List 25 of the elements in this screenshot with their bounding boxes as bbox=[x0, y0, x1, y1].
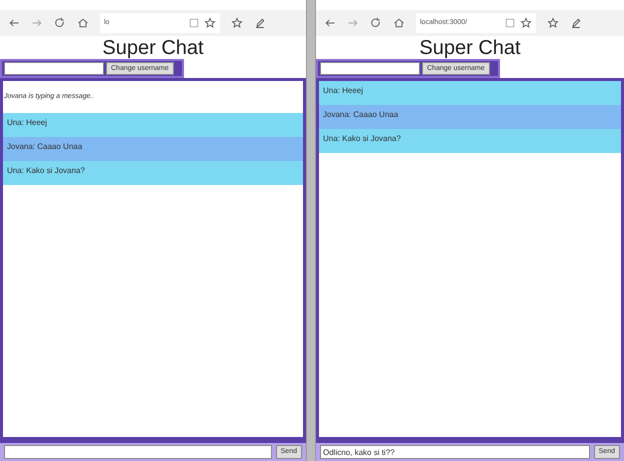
message-field[interactable]: Odlicno, kako si ti?? bbox=[320, 445, 590, 459]
favorites-star-icon[interactable] bbox=[231, 17, 243, 29]
chat-message: Una: Heeej bbox=[319, 81, 621, 105]
star-icon[interactable] bbox=[204, 17, 216, 29]
page-title: Super Chat bbox=[101, 37, 205, 59]
chat-message: Jovana: Caaao Unaa bbox=[3, 137, 303, 161]
chat-message: Una: Heeej bbox=[3, 113, 303, 137]
refresh-icon[interactable] bbox=[54, 17, 66, 29]
star-icon[interactable] bbox=[520, 17, 532, 29]
scrollbar[interactable] bbox=[306, 0, 316, 461]
chat-message: Una: Kako si Jovana? bbox=[3, 161, 303, 185]
home-icon[interactable] bbox=[393, 17, 405, 29]
username-field[interactable] bbox=[320, 62, 420, 75]
pen-icon[interactable] bbox=[570, 17, 582, 29]
pen-icon[interactable] bbox=[254, 17, 266, 29]
username-field[interactable] bbox=[4, 62, 104, 75]
favorites-star-icon[interactable] bbox=[547, 17, 559, 29]
back-arrow-icon[interactable] bbox=[324, 17, 336, 29]
refresh-icon[interactable] bbox=[370, 17, 382, 29]
page-title: Super Chat bbox=[418, 37, 522, 59]
chat-message: Jovana: Caaao Unaa bbox=[319, 105, 621, 129]
chat-message: Una: Kako si Jovana? bbox=[319, 129, 621, 153]
back-arrow-icon[interactable] bbox=[8, 17, 20, 29]
message-field[interactable] bbox=[4, 445, 272, 459]
home-icon[interactable] bbox=[77, 17, 89, 29]
